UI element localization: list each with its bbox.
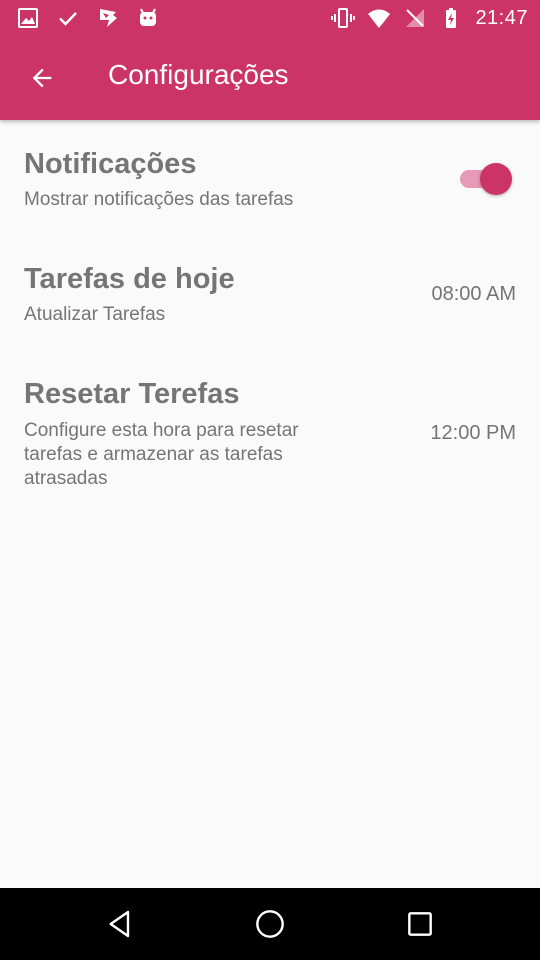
preference-title: Resetar Terefas: [24, 378, 240, 410]
android-icon: [140, 8, 156, 26]
system-icons: 21:47: [331, 6, 528, 30]
preference-notifications[interactable]: Notificações Mostrar notificações das ta…: [0, 120, 540, 232]
home-circle-icon: [256, 910, 284, 938]
arrow-back-icon: [32, 68, 52, 88]
wifi-icon: [368, 9, 391, 28]
no-signal-icon: [406, 9, 425, 27]
preference-today-tasks[interactable]: Tarefas de hoje Atualizar Tarefas 08:00 …: [0, 232, 540, 348]
preference-summary: Atualizar Tarefas: [24, 304, 166, 325]
clock: 21:47: [475, 6, 528, 29]
notification-icons: [16, 6, 160, 30]
navigation-bar: [0, 888, 540, 960]
check-icon: [59, 12, 77, 26]
store-icon: [100, 9, 117, 27]
page-title: Configurações: [108, 59, 289, 90]
preference-title: Tarefas de hoje: [24, 263, 235, 295]
toolbar: Configurações: [0, 36, 540, 120]
image-icon: [18, 8, 38, 28]
preference-summary: Mostrar notificações das tarefas: [24, 189, 294, 210]
nav-home-button[interactable]: [246, 900, 294, 948]
preference-time-value: 12:00 PM: [430, 422, 516, 444]
nav-back-button[interactable]: [96, 900, 144, 948]
recents-square-icon: [408, 912, 432, 936]
back-triangle-icon: [109, 910, 130, 938]
battery-charging-icon: [446, 8, 457, 28]
preference-title: Notificações: [24, 148, 197, 180]
notifications-switch[interactable]: [460, 163, 512, 195]
switch-thumb: [480, 163, 512, 195]
nav-recents-button[interactable]: [396, 900, 444, 948]
status-bar: 21:47: [0, 0, 540, 36]
vibrate-icon: [331, 8, 356, 28]
app-bar: 21:47 Configurações: [0, 0, 540, 120]
preference-summary: Configure esta hora para resetar tarefas…: [24, 420, 299, 489]
preference-time-value: 08:00 AM: [431, 283, 516, 305]
preference-reset-tasks[interactable]: Resetar Terefas Configure esta hora para…: [0, 348, 540, 508]
back-button[interactable]: [18, 54, 66, 102]
